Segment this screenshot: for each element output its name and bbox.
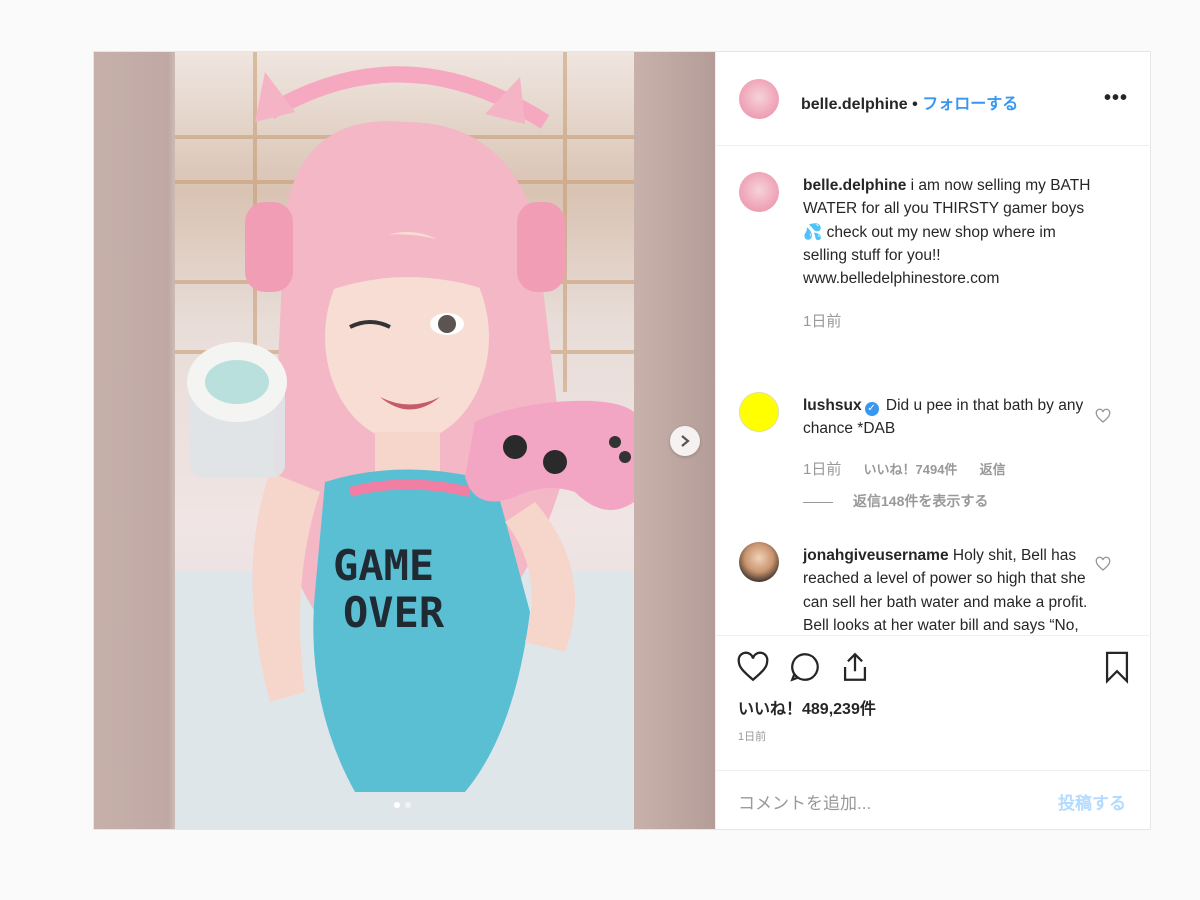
caption-meta: 1日前 xyxy=(803,310,859,331)
header-separator: • xyxy=(912,96,918,113)
add-comment-section: コメントを追加... 投稿する xyxy=(716,770,1151,830)
view-replies-button[interactable]: 返信148件を表示する xyxy=(803,491,988,511)
more-options-icon[interactable]: ••• xyxy=(1104,87,1128,110)
post-timestamp[interactable]: 1日前 xyxy=(738,728,766,744)
svg-text:OVER: OVER xyxy=(343,588,445,637)
post-photo: GAME OVER xyxy=(175,52,634,829)
caption-username[interactable]: belle.delphine xyxy=(803,177,906,194)
author-avatar[interactable] xyxy=(739,79,779,119)
heart-icon[interactable] xyxy=(736,650,770,684)
caption-text-block: belle.delphine i am now selling my BATH … xyxy=(803,174,1098,290)
follow-button[interactable]: フォローする xyxy=(922,96,1018,113)
reply-button[interactable]: 返信 xyxy=(980,462,1006,477)
comment-username[interactable]: jonahgiveusername xyxy=(803,547,949,564)
carousel-dot xyxy=(405,802,411,808)
author-username[interactable]: belle.delphine xyxy=(801,96,908,113)
bookmark-icon[interactable] xyxy=(1100,650,1134,684)
likes-count[interactable]: いいね！489,239件 xyxy=(738,695,876,719)
next-slide-button[interactable] xyxy=(670,426,700,456)
comments-list[interactable]: belle.delphine i am now selling my BATH … xyxy=(716,146,1151,634)
post-comment-button[interactable]: 投稿する xyxy=(1058,789,1126,814)
carousel-dot-active xyxy=(394,802,400,808)
view-replies-line xyxy=(803,501,833,503)
comment-username[interactable]: lushsux xyxy=(803,397,862,414)
comment-meta: 1日前 いいね！7494件 返信 xyxy=(803,458,1024,479)
comment-input[interactable]: コメントを追加... xyxy=(738,789,871,814)
comment-icon[interactable] xyxy=(788,650,822,684)
comment-time[interactable]: 1日前 xyxy=(803,461,841,478)
chevron-right-icon xyxy=(681,435,690,447)
caption-avatar[interactable] xyxy=(739,172,779,212)
comment-text-block: lushsux ✓ Did u pee in that bath by any c… xyxy=(803,394,1098,441)
action-bar: いいね！489,239件 1日前 xyxy=(716,635,1151,770)
comment-like-heart-icon[interactable] xyxy=(1095,556,1111,572)
comment-text-block: jonahgiveusername Holy shit, Bell has re… xyxy=(803,544,1098,634)
carousel-indicator xyxy=(394,802,411,808)
share-icon[interactable] xyxy=(838,650,872,684)
header-line: belle.delphine • フォローする xyxy=(801,90,1018,114)
caption-time[interactable]: 1日前 xyxy=(803,313,841,330)
comment-like-heart-icon[interactable] xyxy=(1095,408,1111,424)
post-media[interactable]: GAME OVER xyxy=(94,52,715,829)
post-details-pane: belle.delphine • フォローする ••• belle.delphi… xyxy=(715,52,1151,829)
photo-illustration: GAME OVER xyxy=(175,52,634,829)
svg-text:GAME: GAME xyxy=(333,541,434,590)
commenter-avatar[interactable] xyxy=(739,542,779,582)
verified-icon: ✓ xyxy=(864,402,879,416)
comment-likes[interactable]: いいね！7494件 xyxy=(864,462,958,477)
post-card: GAME OVER belle.delphine • フォローする ••• be… xyxy=(93,51,1151,830)
post-header: belle.delphine • フォローする ••• xyxy=(716,52,1151,146)
commenter-avatar[interactable] xyxy=(739,392,779,432)
view-replies-label: 返信148件を表示する xyxy=(853,493,989,509)
